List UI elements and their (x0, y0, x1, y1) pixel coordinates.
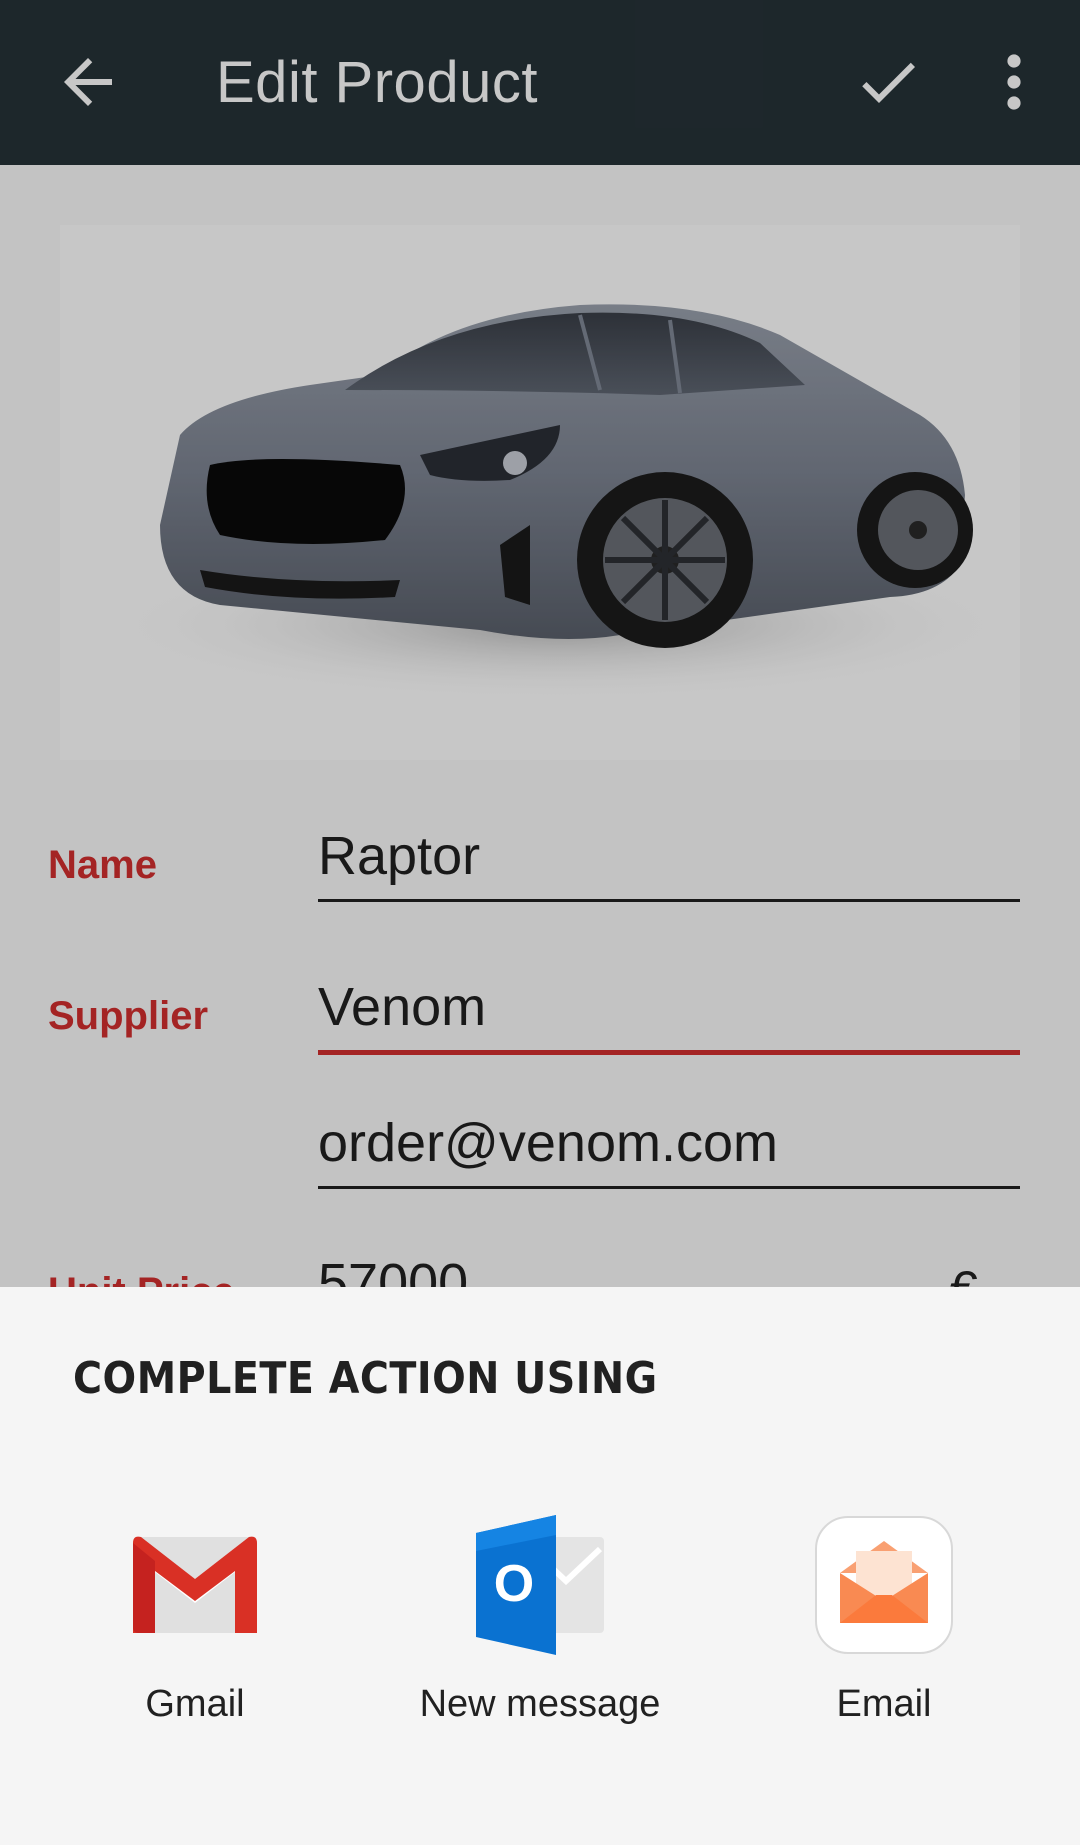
app-label-email: Email (836, 1683, 932, 1725)
outlook-icon: O (476, 1515, 604, 1655)
app-option-gmail[interactable]: Gmail (55, 1515, 335, 1745)
app-option-new-message[interactable]: O New message (400, 1515, 680, 1745)
app-label-new-message: New message (419, 1683, 661, 1725)
sheet-title: COMPLETE ACTION USING (73, 1353, 658, 1404)
app-option-email[interactable]: Email (744, 1515, 1024, 1745)
svg-text:O: O (494, 1555, 534, 1613)
gmail-icon (133, 1536, 257, 1633)
complete-action-sheet: COMPLETE ACTION USING Gmail O New messag… (0, 1287, 1080, 1845)
email-app-icon (815, 1516, 953, 1654)
app-label-gmail: Gmail (145, 1683, 245, 1725)
